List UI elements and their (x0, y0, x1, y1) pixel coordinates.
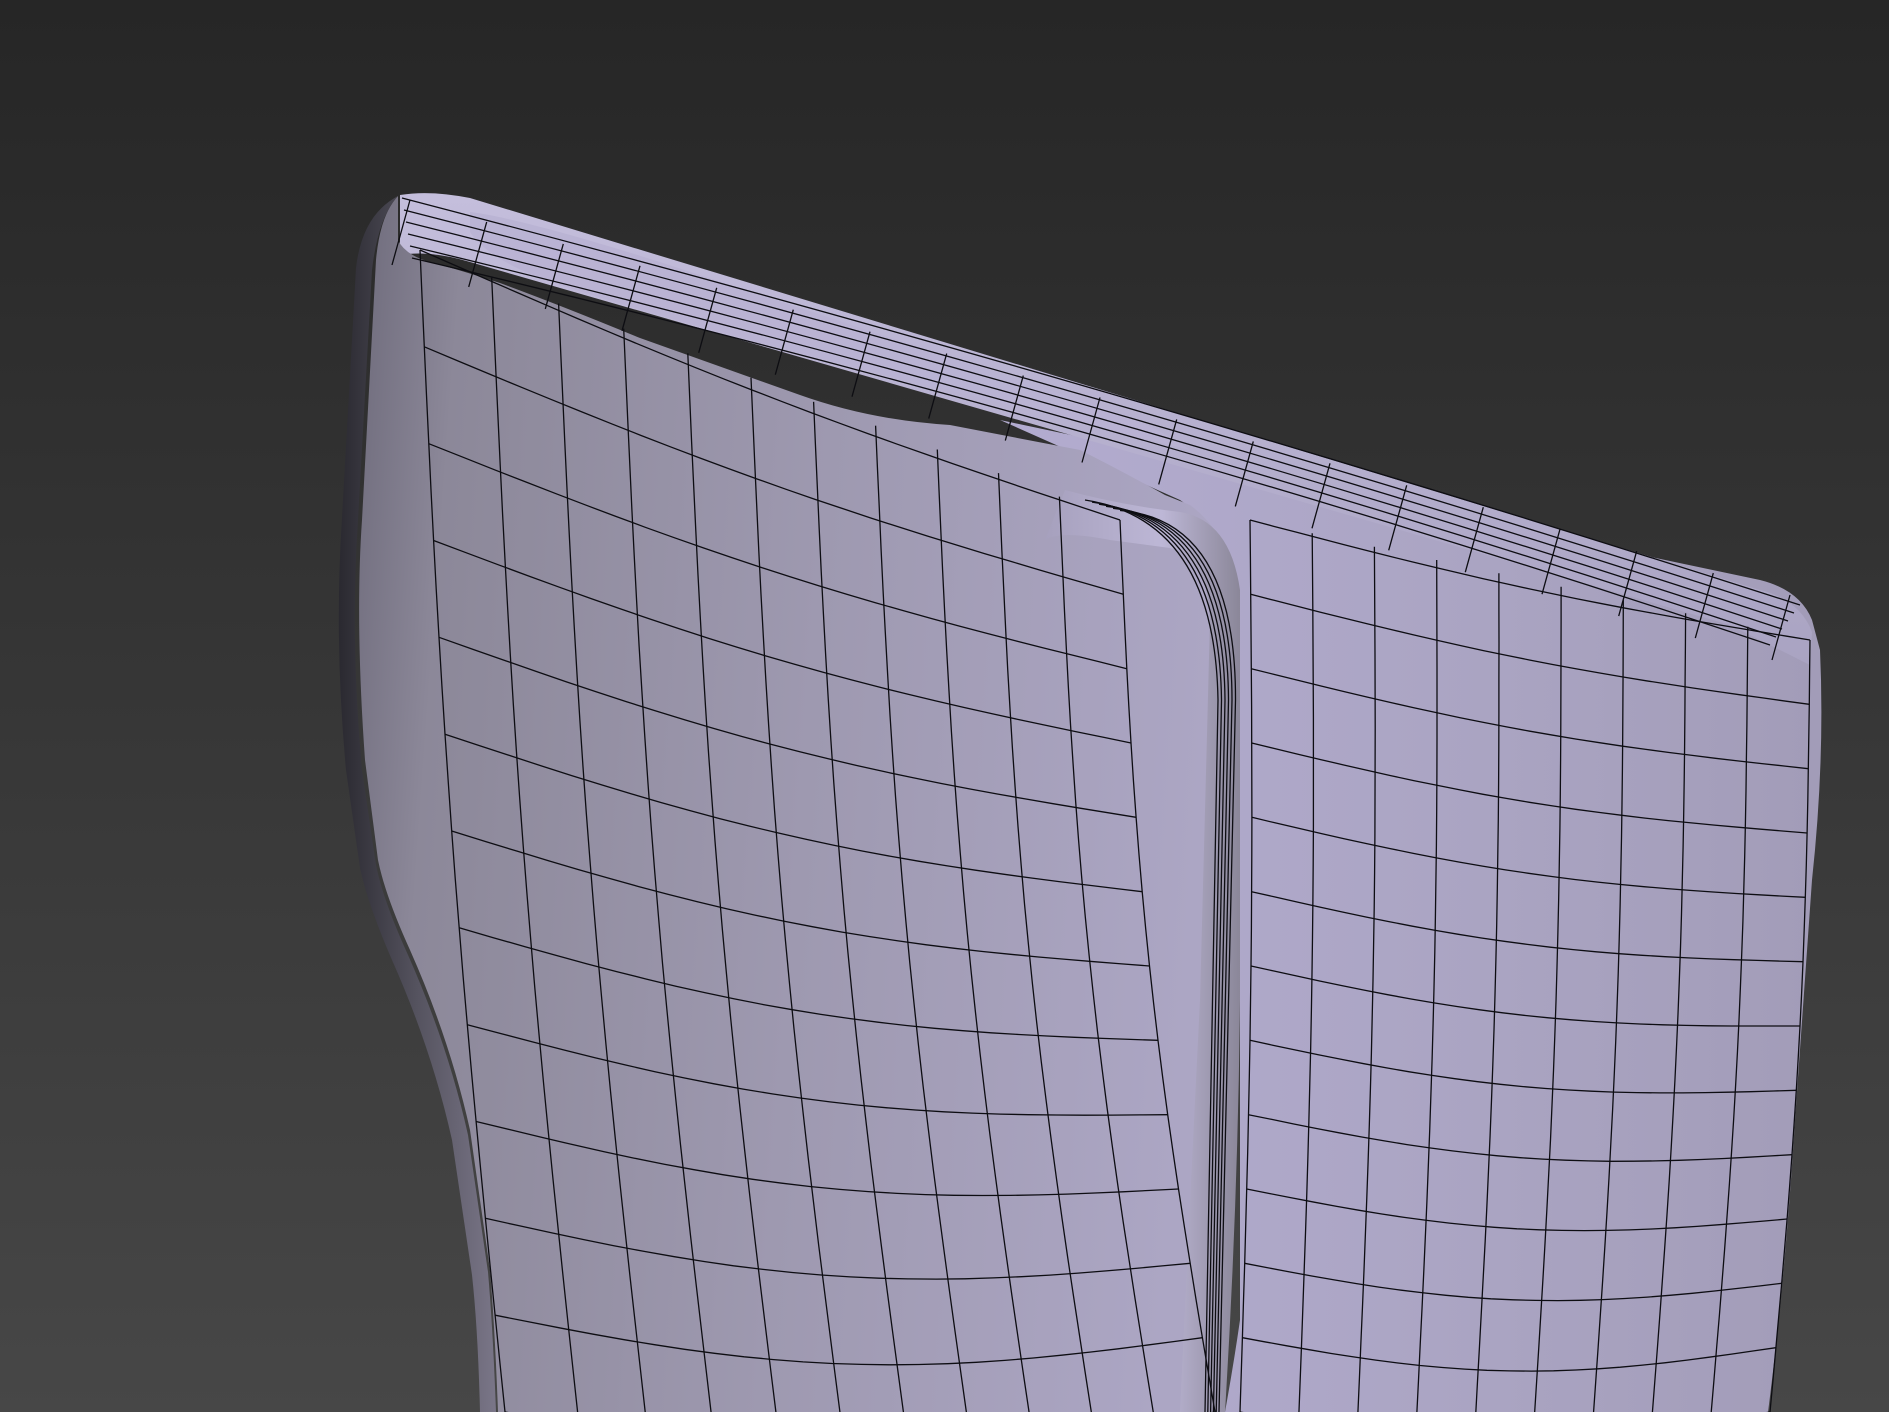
viewport-canvas[interactable] (0, 0, 1889, 1412)
3d-viewport[interactable] (0, 0, 1889, 1412)
